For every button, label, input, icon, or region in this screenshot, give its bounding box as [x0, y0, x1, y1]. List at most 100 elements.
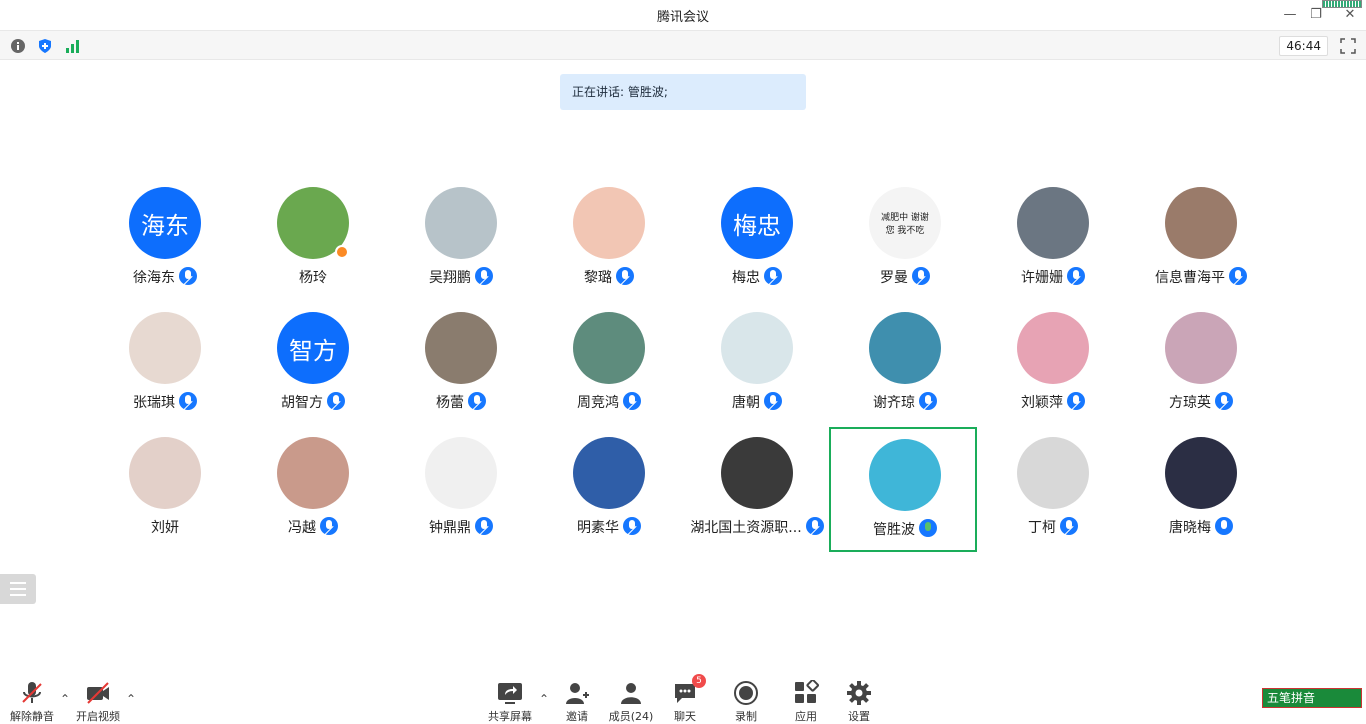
participant-name-line: 丁柯 [979, 517, 1127, 537]
restore-icon[interactable]: ❐ [1304, 4, 1328, 26]
participant-tile[interactable]: 唐晓梅 [1127, 433, 1275, 558]
mic-status-icon [468, 392, 486, 410]
avatar [721, 312, 793, 384]
avatar [869, 439, 941, 511]
participant-name-line: 杨玲 [239, 267, 387, 287]
participant-tile[interactable]: 刘颖萍 [979, 308, 1127, 433]
participant-name-line: 谢齐琼 [831, 392, 979, 412]
participant-tile[interactable]: 刘妍 [91, 433, 239, 558]
mic-status-icon [616, 267, 634, 285]
participant-tile[interactable]: 谢齐琼 [831, 308, 979, 433]
info-icon[interactable] [10, 38, 26, 54]
participant-name-line: 湖北国土资源职... [683, 517, 831, 537]
muted-mic-icon [22, 682, 42, 703]
participant-name-line: 黎璐 [535, 267, 683, 287]
minimize-icon[interactable]: — [1278, 4, 1302, 26]
bottom-toolbar: 解除静音 ⌃ 开启视频 ⌃ 共享屏幕 ⌃ 邀请 成员(24) 5 聊天 录制 应… [0, 672, 1366, 724]
ime-indicator[interactable]: 五笔拼音 [1262, 688, 1362, 708]
record-button[interactable]: 录制 [732, 680, 760, 724]
start-video-button[interactable]: 开启视频 [74, 680, 122, 724]
avatar [1017, 312, 1089, 384]
participant-tile[interactable]: 张瑞琪 [91, 308, 239, 433]
participant-name-line: 张瑞琪 [91, 392, 239, 412]
participant-tile[interactable]: 冯越 [239, 433, 387, 558]
participant-name: 湖北国土资源职... [690, 520, 802, 536]
participant-tile[interactable]: 杨玲 [239, 183, 387, 308]
host-badge-icon [335, 245, 349, 259]
mic-status-icon [623, 392, 641, 410]
participant-name-line: 唐朝 [683, 392, 831, 412]
avatar [573, 187, 645, 259]
participant-tile[interactable]: 方琼英 [1127, 308, 1275, 433]
participant-tile[interactable]: 信息曹海平 [1127, 183, 1275, 308]
participant-name: 方琼英 [1169, 395, 1211, 411]
mic-status-icon [623, 517, 641, 535]
share-options-chevron-icon[interactable]: ⌃ [539, 693, 549, 705]
unmute-button[interactable]: 解除静音 [8, 680, 56, 724]
avatar [1165, 312, 1237, 384]
share-screen-icon [498, 683, 522, 704]
members-icon [621, 683, 641, 704]
avatar: 减肥中 谢谢您 我不吃 [869, 187, 941, 259]
participant-tile[interactable]: 周竞鸿 [535, 308, 683, 433]
apps-button[interactable]: 应用 [792, 679, 820, 724]
participant-name: 杨玲 [299, 270, 327, 286]
participant-name-line: 梅忠 [683, 267, 831, 287]
participant-tile[interactable]: 吴翔鹏 [387, 183, 535, 308]
speaking-banner: 正在讲话: 管胜波; [560, 74, 806, 110]
participant-name: 管胜波 [873, 522, 915, 538]
chat-button[interactable]: 5 聊天 [670, 674, 706, 724]
mic-status-icon [1060, 517, 1078, 535]
layout-list-button[interactable] [0, 574, 36, 604]
participant-name: 张瑞琪 [133, 395, 175, 411]
avatar [129, 437, 201, 509]
invite-button[interactable]: 邀请 [560, 680, 594, 724]
participant-tile[interactable]: 钟鼎鼎 [387, 433, 535, 558]
participant-tile[interactable]: 许姗姗 [979, 183, 1127, 308]
participant-tile[interactable]: 唐朝 [683, 308, 831, 433]
participant-tile[interactable]: 杨蕾 [387, 308, 535, 433]
close-icon[interactable]: ✕ [1338, 4, 1362, 26]
mic-status-icon [764, 267, 782, 285]
apps-icon [795, 679, 819, 703]
mic-status-icon [1067, 267, 1085, 285]
avatar [1165, 437, 1237, 509]
participant-tile[interactable]: 黎璐 [535, 183, 683, 308]
participant-name: 谢齐琼 [873, 395, 915, 411]
record-icon [734, 681, 758, 705]
participant-tile[interactable]: 梅忠 梅忠 [683, 183, 831, 308]
audio-options-chevron-icon[interactable]: ⌃ [60, 693, 70, 705]
participant-tile[interactable]: 明素华 [535, 433, 683, 558]
participant-tile[interactable]: 管胜波 [829, 427, 977, 552]
participant-name: 刘妍 [151, 520, 179, 536]
participant-name-line: 管胜波 [831, 519, 979, 539]
mic-status-icon [1229, 267, 1247, 285]
participant-name: 吴翔鹏 [429, 270, 471, 286]
participant-name: 胡智方 [281, 395, 323, 411]
participant-tile[interactable]: 湖北国土资源职... [683, 433, 831, 558]
participant-tile[interactable]: 减肥中 谢谢您 我不吃 罗曼 [831, 183, 979, 308]
avatar: 梅忠 [721, 187, 793, 259]
mic-status-icon [919, 519, 937, 537]
shield-icon[interactable] [37, 38, 53, 54]
settings-button[interactable]: 设置 [845, 680, 873, 724]
participant-name: 杨蕾 [436, 395, 464, 411]
mic-status-icon [805, 517, 824, 535]
meeting-info-bar: 46:44 [0, 30, 1366, 60]
participant-tile[interactable]: 丁柯 [979, 433, 1127, 558]
signal-strength-icon[interactable] [65, 38, 81, 54]
avatar [869, 312, 941, 384]
mic-status-icon [179, 392, 197, 410]
participant-name: 丁柯 [1028, 520, 1056, 536]
avatar [425, 312, 497, 384]
participant-name-line: 许姗姗 [979, 267, 1127, 287]
members-button[interactable]: 成员(24) [606, 680, 656, 724]
fullscreen-icon[interactable] [1340, 38, 1356, 54]
participant-tile[interactable]: 海东 徐海东 [91, 183, 239, 308]
avatar: 海东 [129, 187, 201, 259]
mic-status-icon [1067, 392, 1085, 410]
participant-tile[interactable]: 智方 胡智方 [239, 308, 387, 433]
share-screen-button[interactable]: 共享屏幕 [486, 680, 534, 724]
participant-name-line: 吴翔鹏 [387, 267, 535, 287]
video-options-chevron-icon[interactable]: ⌃ [126, 693, 136, 705]
